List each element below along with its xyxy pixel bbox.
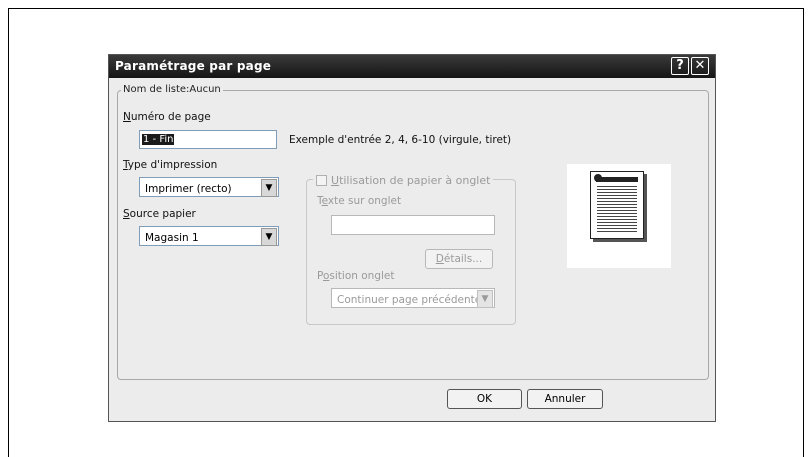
- group-label: Nom de liste:Aucun: [121, 84, 223, 95]
- close-button[interactable]: ✕: [691, 57, 709, 75]
- chevron-down-icon[interactable]: ▼: [477, 290, 493, 308]
- tab-position-label: Position onglet: [317, 270, 395, 282]
- paper-source-value: Magasin 1: [145, 232, 199, 244]
- page-logo-icon: [594, 174, 602, 182]
- tab-text-input[interactable]: [331, 215, 495, 235]
- paper-source-select[interactable]: Magasin 1 ▼: [139, 226, 279, 246]
- page-number-input[interactable]: 1 - Fin: [139, 130, 277, 149]
- tab-paper-checkbox-label: Utilisation de papier à onglet: [331, 174, 491, 187]
- close-icon: ✕: [694, 58, 706, 73]
- details-button[interactable]: Détails...: [425, 249, 493, 269]
- page-number-label: Numéro de page: [123, 111, 211, 123]
- page-preview: [567, 164, 671, 268]
- tab-position-select[interactable]: Continuer page précédente ▼: [331, 288, 495, 308]
- page-text-lines: [597, 186, 637, 232]
- page-header-bar: [596, 177, 638, 182]
- tab-paper-checkbox[interactable]: [316, 175, 327, 186]
- print-type-select[interactable]: Imprimer (recto) ▼: [139, 177, 279, 197]
- chevron-down-icon[interactable]: ▼: [261, 179, 277, 197]
- tab-text-label: Texte sur onglet: [317, 195, 402, 207]
- page-thumbnail-icon: [590, 171, 644, 239]
- print-type-label: Type d'impression: [123, 159, 218, 171]
- title-bar[interactable]: Paramétrage par page ? ✕: [109, 55, 715, 78]
- help-button[interactable]: ?: [671, 57, 689, 75]
- page-setup-dialog: Paramétrage par page ? ✕ Nom de liste:Au…: [108, 54, 716, 422]
- paper-source-label: Source papier: [123, 208, 196, 220]
- chevron-down-icon[interactable]: ▼: [261, 228, 277, 246]
- tab-position-value: Continuer page précédente: [337, 294, 482, 306]
- print-type-value: Imprimer (recto): [145, 183, 232, 195]
- dialog-title: Paramétrage par page: [115, 59, 272, 73]
- ok-button[interactable]: OK: [447, 389, 522, 409]
- cancel-button[interactable]: Annuler: [527, 389, 603, 409]
- page-number-value: 1 - Fin: [142, 134, 175, 145]
- help-icon: ?: [676, 58, 684, 73]
- page-number-example: Exemple d'entrée 2, 4, 6-10 (virgule, ti…: [289, 134, 512, 146]
- tab-paper-checkbox-row[interactable]: Utilisation de papier à onglet: [313, 174, 494, 187]
